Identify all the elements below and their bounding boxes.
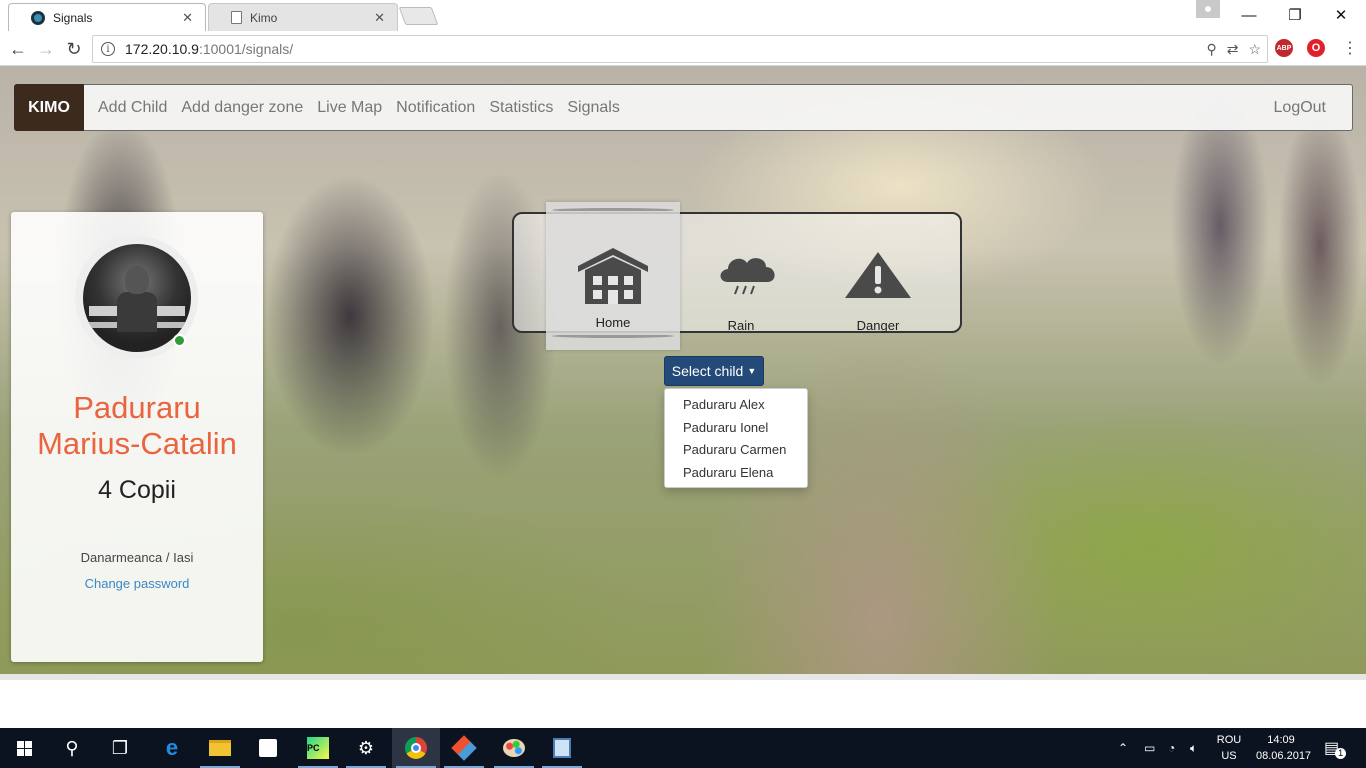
logout-link[interactable]: LogOut [1274, 99, 1326, 117]
info-icon[interactable]: i [101, 42, 115, 56]
battery-icon[interactable]: ▭ [1144, 728, 1155, 768]
clock-date: 08.06.2017 [1256, 750, 1312, 762]
volume-icon[interactable]: 🔈︎ [1190, 728, 1197, 768]
action-center-icon[interactable]: ▤ 1 [1324, 728, 1347, 768]
profile-icon[interactable] [1196, 0, 1220, 18]
bookmark-star-icon[interactable]: ☆ [1248, 41, 1261, 58]
windows-logo-icon [16, 740, 32, 756]
rain-cloud-icon [720, 258, 775, 295]
forward-arrow-icon[interactable]: → [34, 37, 58, 61]
nav-live-map[interactable]: Live Map [317, 99, 382, 117]
nav-notification[interactable]: Notification [396, 99, 475, 117]
house-icon [578, 248, 648, 304]
search-icon[interactable]: ⚲ [48, 728, 96, 768]
file-explorer-icon[interactable] [196, 728, 244, 768]
children-count: 4 Copii [98, 476, 176, 504]
opera-vpn-icon[interactable]: O [1307, 39, 1325, 57]
signal-label: Danger [856, 318, 900, 333]
language-indicator[interactable]: ROU US [1214, 732, 1244, 764]
new-tab-button[interactable] [398, 7, 439, 25]
start-button[interactable] [0, 728, 48, 768]
tab-title: Kimo [250, 10, 278, 25]
selection-notch [552, 334, 674, 338]
select-child-button[interactable]: Select child ▼ [664, 356, 764, 386]
store-icon[interactable] [244, 728, 292, 768]
close-icon[interactable]: ✕ [182, 10, 193, 26]
wifi-icon[interactable]: ◔ [1168, 728, 1175, 768]
url-text[interactable]: 172.20.10.9:10001/signals/ [125, 41, 293, 57]
online-status-dot [173, 334, 186, 347]
avatar-person-body [116, 291, 157, 332]
profile-location: Danarmeanca / Iasi [80, 550, 194, 565]
nav-statistics[interactable]: Statistics [489, 99, 553, 117]
task-view-icon[interactable]: ❐ [96, 728, 144, 768]
nav-add-danger-zone[interactable]: Add danger zone [181, 99, 303, 117]
translate-icon[interactable]: ⇄ [1227, 41, 1239, 58]
select-child-label: Select child [671, 363, 744, 379]
child-option-carmen[interactable]: Paduraru Carmen [665, 439, 807, 462]
nav-add-child[interactable]: Add Child [98, 99, 167, 117]
avatar-person-head [124, 265, 149, 294]
signal-rain[interactable]: Rain [674, 214, 808, 335]
warning-icon [845, 252, 911, 298]
caret-down-icon: ▼ [747, 366, 757, 376]
signals-favicon-icon [31, 10, 45, 25]
tab-kimo[interactable]: Kimo ✕ [208, 3, 398, 31]
signal-home[interactable]: Home [546, 202, 680, 350]
signal-label: Rain [727, 318, 755, 333]
child-option-alex[interactable]: Paduraru Alex [665, 394, 807, 417]
change-password-link[interactable]: Change password [11, 576, 263, 591]
page-favicon-icon [231, 11, 242, 24]
notification-count-badge: 1 [1335, 747, 1347, 759]
tab-signals[interactable]: Signals ✕ [8, 3, 206, 31]
signals-panel: Home Rain Danger [512, 202, 962, 350]
address-bar[interactable]: i 172.20.10.9:10001/signals/ ⚲ ⇄ ☆ [92, 35, 1268, 63]
tab-title: Signals [53, 10, 93, 25]
clock-time: 14:09 [1267, 734, 1295, 746]
child-option-elena[interactable]: Paduraru Elena [665, 462, 807, 485]
chrome-icon[interactable] [392, 728, 440, 768]
minimize-icon[interactable]: — [1226, 0, 1272, 30]
pycharm-icon[interactable]: PC [294, 728, 342, 768]
signal-label: Home [595, 315, 631, 330]
adblock-plus-icon[interactable]: ABP [1275, 39, 1293, 57]
edge-browser-icon[interactable]: e [148, 728, 196, 768]
close-icon[interactable]: ✕ [374, 10, 385, 26]
restore-icon[interactable]: ❐ [1272, 0, 1318, 30]
profile-card: Paduraru Marius-Catalin 4 Copii Danarmea… [11, 212, 263, 662]
page-blank-area [0, 680, 1366, 728]
windows-taskbar: ⚲ ❐ e PC ⚙ ⌃ ▭ ◔ 🔈︎ ROU US 14:09 08.06.2… [0, 728, 1366, 768]
photos-icon[interactable] [538, 728, 586, 768]
top-navbar: KIMO Add Child Add danger zone Live Map … [14, 84, 1353, 131]
brand-logo[interactable]: KIMO [14, 84, 84, 131]
profile-name-second: Marius-Catalin [37, 426, 237, 461]
back-arrow-icon[interactable]: ← [6, 37, 30, 61]
profile-name-first: Paduraru [73, 390, 201, 425]
show-hidden-icons-icon[interactable]: ⌃ [1118, 728, 1128, 768]
paint-icon[interactable] [490, 728, 538, 768]
browser-tab-strip: Signals ✕ Kimo ✕ — ❐ ✕ [0, 0, 1366, 32]
keyboard-layout: US [1221, 750, 1237, 762]
git-kraken-icon[interactable] [440, 728, 488, 768]
window-close-icon[interactable]: ✕ [1318, 0, 1364, 30]
nav-signals[interactable]: Signals [567, 99, 619, 117]
reload-icon[interactable]: ↻ [62, 37, 86, 61]
profile-name: Paduraru Marius-Catalin [11, 390, 263, 462]
child-dropdown-menu: Paduraru Alex Paduraru Ionel Paduraru Ca… [664, 388, 808, 488]
child-option-ionel[interactable]: Paduraru Ionel [665, 417, 807, 440]
page-background: KIMO Add Child Add danger zone Live Map … [0, 66, 1366, 674]
zoom-icon[interactable]: ⚲ [1206, 41, 1216, 58]
signal-danger[interactable]: Danger [811, 214, 945, 335]
language-code: ROU [1216, 734, 1242, 746]
settings-gear-icon[interactable]: ⚙ [342, 728, 390, 768]
clock[interactable]: 14:09 08.06.2017 [1256, 732, 1312, 764]
kebab-menu-icon[interactable]: ⋮ [1342, 38, 1358, 58]
browser-toolbar: ← → ↻ i 172.20.10.9:10001/signals/ ⚲ ⇄ ☆… [0, 32, 1366, 66]
selection-notch [552, 208, 674, 212]
